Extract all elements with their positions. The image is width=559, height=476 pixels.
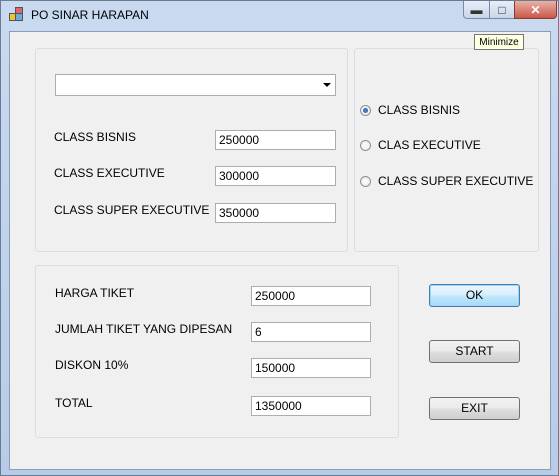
harga-tiket-label: HARGA TIKET xyxy=(55,286,135,300)
class-combobox[interactable] xyxy=(55,74,336,96)
start-button[interactable]: START xyxy=(429,340,520,363)
harga-tiket-field[interactable]: 250000 xyxy=(251,286,371,306)
price-field-bisnis[interactable]: 250000 xyxy=(215,130,336,150)
close-button[interactable]: ✕ xyxy=(514,1,557,19)
price-field-super-executive[interactable]: 350000 xyxy=(215,203,336,223)
radio-label-bisnis: CLASS BISNIS xyxy=(378,103,461,117)
total-label: TOTAL xyxy=(55,396,93,410)
radio-label-executive: CLAS EXECUTIVE xyxy=(378,138,481,152)
radio-checked-icon[interactable] xyxy=(360,105,371,116)
maximize-icon: □ xyxy=(498,3,506,17)
diskon-label: DISKON 10% xyxy=(55,358,129,372)
minimize-button[interactable]: ▬ xyxy=(463,1,490,19)
close-icon: ✕ xyxy=(530,3,541,17)
app-window: PO SINAR HARAPAN ▬ □ ✕ CLASS BISNIS 2500… xyxy=(0,0,559,476)
ok-button[interactable]: OK xyxy=(429,284,520,307)
dropdown-arrow-icon[interactable] xyxy=(323,83,331,87)
radio-unchecked-icon[interactable] xyxy=(360,176,371,187)
radio-label-super-executive: CLASS SUPER EXECUTIVE xyxy=(378,174,534,188)
minimize-icon: ▬ xyxy=(470,3,483,17)
window-title: PO SINAR HARAPAN xyxy=(31,8,149,22)
app-icon xyxy=(9,7,23,21)
title-bar[interactable]: PO SINAR HARAPAN ▬ □ ✕ xyxy=(1,1,558,27)
jumlah-tiket-label: JUMLAH TIKET YANG DIPESAN xyxy=(55,322,233,336)
price-label-bisnis: CLASS BISNIS xyxy=(54,130,137,144)
price-field-executive[interactable]: 300000 xyxy=(215,166,336,186)
radio-unchecked-icon[interactable] xyxy=(360,140,371,151)
jumlah-tiket-field[interactable]: 6 xyxy=(251,322,371,342)
maximize-button[interactable]: □ xyxy=(489,1,515,19)
price-label-executive: CLASS EXECUTIVE xyxy=(54,166,165,180)
diskon-field[interactable]: 150000 xyxy=(251,358,371,378)
exit-button[interactable]: EXIT xyxy=(429,397,520,420)
price-label-super-executive: CLASS SUPER EXECUTIVE xyxy=(54,203,210,217)
total-field[interactable]: 1350000 xyxy=(251,396,371,416)
minimize-tooltip: Minimize xyxy=(474,34,524,50)
